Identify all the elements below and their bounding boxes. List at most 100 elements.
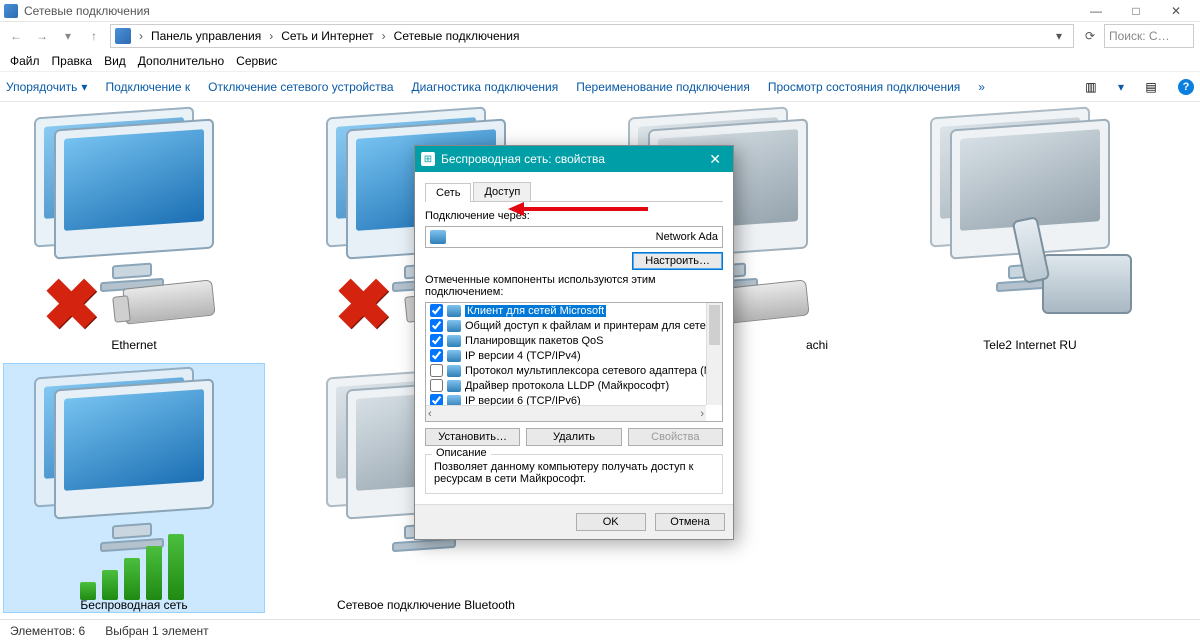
dialog-title: Беспроводная сеть: свойства bbox=[441, 152, 605, 166]
crumb-network-internet[interactable]: Сеть и Интернет bbox=[277, 29, 377, 43]
chevron-down-icon[interactable]: ▾ bbox=[1118, 80, 1124, 94]
component-checkbox[interactable] bbox=[430, 319, 443, 332]
install-button[interactable]: Установить… bbox=[425, 428, 520, 446]
tb-connect[interactable]: Подключение к bbox=[105, 80, 190, 94]
tab-network[interactable]: Сеть bbox=[425, 183, 471, 202]
tb-status[interactable]: Просмотр состояния подключения bbox=[768, 80, 960, 94]
menu-file[interactable]: Файл bbox=[10, 54, 40, 68]
component-checkbox[interactable] bbox=[430, 304, 443, 317]
component-checkbox[interactable] bbox=[430, 379, 443, 392]
toolbar: Упорядочить▾ Подключение к Отключение се… bbox=[0, 72, 1200, 102]
connection-wireless[interactable]: Беспроводная сеть bbox=[4, 364, 264, 612]
breadcrumb[interactable]: › Панель управления › Сеть и Интернет › … bbox=[110, 24, 1074, 48]
tb-organize[interactable]: Упорядочить▾ bbox=[6, 80, 87, 94]
description-text: Позволяет данному компьютеру получать до… bbox=[434, 461, 714, 485]
component-item[interactable]: Драйвер протокола LLDP (Майкрософт) bbox=[426, 378, 722, 393]
wifi-signal-icon bbox=[80, 534, 184, 600]
properties-dialog: ⊞ Беспроводная сеть: свойства ✕ Сеть Дос… bbox=[414, 145, 734, 540]
help-icon[interactable]: ? bbox=[1178, 79, 1194, 95]
properties-button[interactable]: Свойства bbox=[628, 428, 723, 446]
component-item[interactable]: Общий доступ к файлам и принтерам для се… bbox=[426, 318, 722, 333]
history-dropdown-icon[interactable]: ▾ bbox=[1049, 26, 1069, 46]
nav-recent-button[interactable]: ▾ bbox=[58, 26, 78, 46]
minimize-button[interactable]: ― bbox=[1076, 0, 1116, 22]
component-checkbox[interactable] bbox=[430, 364, 443, 377]
disconnected-x-icon: ✖ bbox=[42, 264, 101, 346]
nav-forward-button[interactable]: → bbox=[32, 26, 52, 46]
location-icon bbox=[115, 28, 131, 44]
cancel-button[interactable]: Отмена bbox=[655, 513, 725, 531]
component-icon bbox=[447, 305, 461, 317]
tab-sharing[interactable]: Доступ bbox=[473, 182, 531, 201]
component-item[interactable]: IP версии 4 (TCP/IPv4) bbox=[426, 348, 722, 363]
connection-tele2[interactable]: Tele2 Internet RU bbox=[900, 104, 1160, 352]
component-label: Общий доступ к файлам и принтерам для се… bbox=[465, 320, 723, 332]
component-icon bbox=[447, 350, 461, 362]
window-title: Сетевые подключения bbox=[24, 4, 1076, 18]
horizontal-scrollbar[interactable]: ‹› bbox=[426, 405, 706, 421]
ok-button[interactable]: OK bbox=[576, 513, 646, 531]
nav-up-button[interactable]: ↑ bbox=[84, 26, 104, 46]
dialog-tabs: Сеть Доступ bbox=[425, 182, 723, 202]
status-selection: Выбран 1 элемент bbox=[105, 624, 208, 638]
modem-icon bbox=[1042, 254, 1132, 314]
status-item-count: Элементов: 6 bbox=[10, 624, 85, 638]
tb-diagnose[interactable]: Диагностика подключения bbox=[412, 80, 559, 94]
nav-back-button[interactable]: ← bbox=[6, 26, 26, 46]
view-layout-icon[interactable]: ▥ bbox=[1082, 78, 1100, 96]
preview-pane-icon[interactable]: ▤ bbox=[1142, 78, 1160, 96]
tb-disable[interactable]: Отключение сетевого устройства bbox=[208, 80, 393, 94]
menu-tools[interactable]: Сервис bbox=[236, 54, 277, 68]
component-icon bbox=[447, 335, 461, 347]
chevron-right-icon[interactable]: › bbox=[267, 29, 275, 43]
tb-rename[interactable]: Переименование подключения bbox=[576, 80, 750, 94]
description-group: Описание Позволяет данному компьютеру по… bbox=[425, 454, 723, 494]
adapter-field[interactable]: Network Ada bbox=[425, 226, 723, 248]
maximize-button[interactable]: □ bbox=[1116, 0, 1156, 22]
dialog-footer: OK Отмена bbox=[415, 504, 733, 539]
component-icon bbox=[447, 320, 461, 332]
crumb-network-connections[interactable]: Сетевые подключения bbox=[390, 29, 524, 43]
refresh-button[interactable]: ⟳ bbox=[1080, 26, 1100, 46]
dialog-icon: ⊞ bbox=[421, 152, 435, 166]
component-checkbox[interactable] bbox=[430, 334, 443, 347]
component-label: Драйвер протокола LLDP (Майкрософт) bbox=[465, 380, 669, 392]
window-titlebar: Сетевые подключения ― □ ✕ bbox=[0, 0, 1200, 22]
dialog-close-button[interactable]: ✕ bbox=[703, 151, 727, 168]
component-label: Протокол мультиплексора сетевого адаптер… bbox=[465, 365, 719, 377]
component-checkbox[interactable] bbox=[430, 349, 443, 362]
search-input[interactable]: Поиск: С… bbox=[1104, 24, 1194, 48]
dialog-titlebar[interactable]: ⊞ Беспроводная сеть: свойства ✕ bbox=[415, 146, 733, 172]
status-bar: Элементов: 6 Выбран 1 элемент bbox=[0, 619, 1200, 641]
chevron-down-icon: ▾ bbox=[81, 80, 87, 94]
menu-advanced[interactable]: Дополнительно bbox=[138, 54, 224, 68]
menu-edit[interactable]: Правка bbox=[52, 54, 93, 68]
app-icon bbox=[4, 4, 18, 18]
adapter-icon bbox=[430, 230, 446, 244]
address-bar: ← → ▾ ↑ › Панель управления › Сеть и Инт… bbox=[0, 22, 1200, 50]
configure-button[interactable]: Настроить… bbox=[632, 252, 723, 270]
connection-ethernet[interactable]: ✖ Ethernet bbox=[4, 104, 264, 352]
description-legend: Описание bbox=[432, 447, 491, 459]
component-icon bbox=[447, 380, 461, 392]
crumb-control-panel[interactable]: Панель управления bbox=[147, 29, 265, 43]
vertical-scrollbar[interactable] bbox=[706, 303, 722, 405]
tb-more[interactable]: » bbox=[978, 80, 985, 94]
uninstall-button[interactable]: Удалить bbox=[526, 428, 621, 446]
component-item[interactable]: Протокол мультиплексора сетевого адаптер… bbox=[426, 363, 722, 378]
component-icon bbox=[447, 365, 461, 377]
component-item[interactable]: Клиент для сетей Microsoft bbox=[426, 303, 722, 318]
menu-bar: Файл Правка Вид Дополнительно Сервис bbox=[0, 50, 1200, 72]
components-label: Отмеченные компоненты используются этим … bbox=[425, 274, 723, 298]
disconnected-x-icon: ✖ bbox=[334, 264, 393, 346]
chevron-right-icon[interactable]: › bbox=[137, 29, 145, 43]
close-button[interactable]: ✕ bbox=[1156, 0, 1196, 22]
component-label: IP версии 4 (TCP/IPv4) bbox=[465, 350, 581, 362]
components-listbox[interactable]: Клиент для сетей Microsoft Общий доступ к… bbox=[425, 302, 723, 422]
menu-view[interactable]: Вид bbox=[104, 54, 126, 68]
component-label: Клиент для сетей Microsoft bbox=[465, 305, 606, 317]
chevron-right-icon[interactable]: › bbox=[380, 29, 388, 43]
connect-using-label: Подключение через: bbox=[425, 210, 723, 222]
component-item[interactable]: Планировщик пакетов QoS bbox=[426, 333, 722, 348]
component-label: Планировщик пакетов QoS bbox=[465, 335, 604, 347]
